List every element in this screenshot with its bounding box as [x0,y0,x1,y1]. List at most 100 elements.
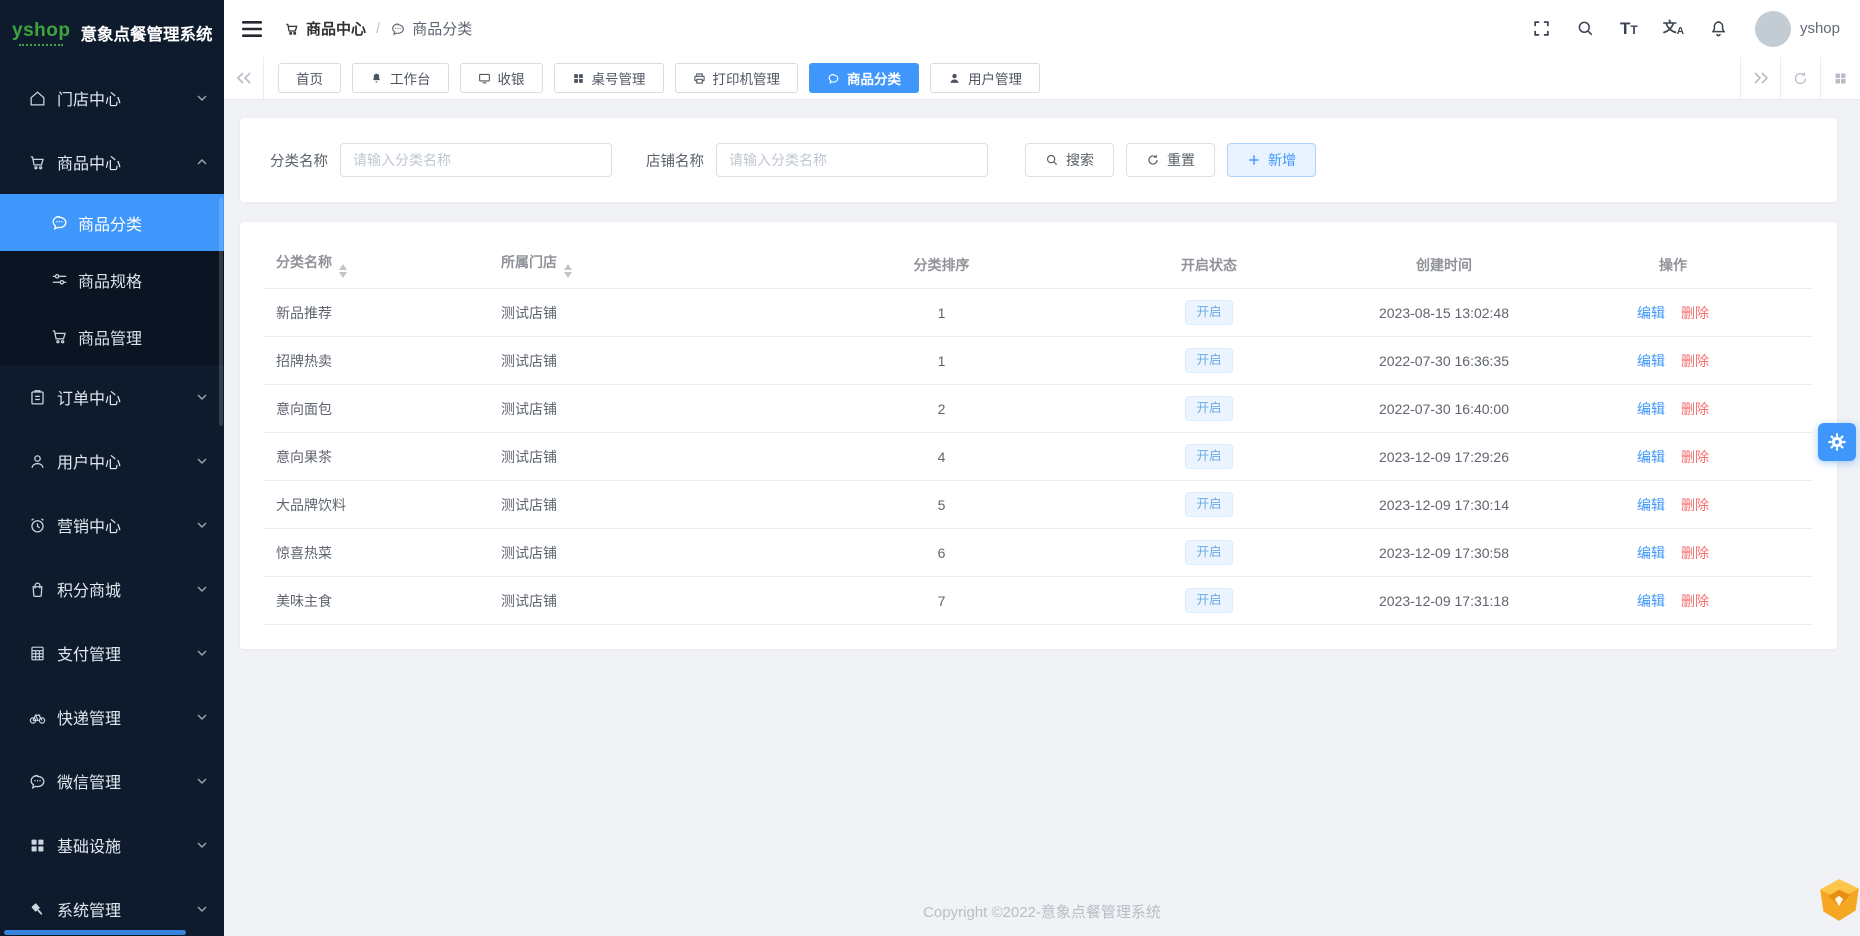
col-header-shop[interactable]: 所属门店 [489,252,819,279]
cell-actions: 编辑 删除 [1534,303,1812,323]
cell-shop: 测试店铺 [501,544,557,561]
delete-link[interactable]: 删除 [1681,545,1709,561]
assistant-widget-icon[interactable] [1814,874,1860,924]
tabs-scroll-left-icon[interactable] [224,57,264,99]
delete-link[interactable]: 删除 [1681,401,1709,417]
sidebar-item-product-center[interactable]: 商品中心 [0,130,224,194]
tab-printer-manage[interactable]: 打印机管理 [674,63,798,93]
sidebar-item-wechat-manage[interactable]: 微信管理 [0,749,224,813]
shop-name-label: 店铺名称 [646,153,704,170]
chevron-down-icon [196,647,208,659]
sidebar-vertical-scrollbar[interactable] [219,198,223,426]
delete-link[interactable]: 删除 [1681,353,1709,369]
cell-sort: 1 [937,352,946,369]
cell-created: 2022-07-30 16:36:35 [1379,352,1509,369]
avatar[interactable] [1754,10,1791,47]
user-icon [948,72,961,85]
tab-workbench[interactable]: 工作台 [352,63,449,93]
chevron-down-icon [196,583,208,595]
cell-name: 招牌热卖 [276,352,332,369]
delete-link[interactable]: 删除 [1681,497,1709,513]
translate-icon[interactable]: 文A [1663,20,1684,37]
sidebar-item-points-mall[interactable]: 积分商城 [0,557,224,621]
edit-link[interactable]: 编辑 [1637,305,1665,321]
tabs-layout-icon[interactable] [1820,57,1860,99]
font-size-icon[interactable]: TT [1620,20,1638,38]
tabs-refresh-icon[interactable] [1780,57,1820,99]
sidebar-item-express-manage[interactable]: 快递管理 [0,685,224,749]
sidebar-item-payment-manage[interactable]: 支付管理 [0,621,224,685]
cart-icon [50,327,69,346]
delete-link[interactable]: 删除 [1681,593,1709,609]
add-button[interactable]: 新增 [1227,143,1316,177]
search-icon[interactable] [1576,19,1595,38]
delete-link[interactable]: 删除 [1681,449,1709,465]
sidebar-item-user-center[interactable]: 用户中心 [0,429,224,493]
category-name-input[interactable] [340,143,612,177]
printer-icon [693,72,706,85]
tabs-scroll-right-icon[interactable] [1740,57,1780,99]
edit-link[interactable]: 编辑 [1637,353,1665,369]
cell-sort: 7 [937,592,946,609]
cart-icon [284,21,300,37]
fullscreen-icon[interactable] [1532,19,1551,38]
hamburger-icon[interactable] [242,20,262,37]
status-badge: 开启 [1185,300,1233,325]
main-content: 分类名称 店铺名称 搜索 重置 新增 分类名称 所属门店 分类排序 [224,100,1860,936]
tab-product-category[interactable]: 商品分类 [809,63,919,93]
bell-icon[interactable] [1709,19,1728,38]
sidebar-item-product-manage[interactable]: 商品管理 [0,308,224,365]
tab-home[interactable]: 首页 [278,63,341,93]
cell-sort: 5 [937,496,946,513]
delete-link[interactable]: 删除 [1681,305,1709,321]
breadcrumb-section[interactable]: 商品中心 [306,18,366,39]
breadcrumb-separator: / [376,20,381,37]
shop-name-input[interactable] [716,143,988,177]
edit-link[interactable]: 编辑 [1637,401,1665,417]
bicycle-icon [28,708,47,727]
chevron-down-icon [196,839,208,851]
search-button[interactable]: 搜索 [1025,143,1114,177]
edit-link[interactable]: 编辑 [1637,545,1665,561]
sidebar-horizontal-scrollbar[interactable] [4,930,186,935]
open-tabs: 首页 工作台 收银 桌号管理 打印机管理 商品分类 用户管理 [264,57,1740,99]
sidebar-item-infrastructure[interactable]: 基础设施 [0,813,224,877]
app-title: 意象点餐管理系统 [80,26,213,44]
cell-actions: 编辑 删除 [1534,543,1812,563]
edit-link[interactable]: 编辑 [1637,497,1665,513]
filter-panel: 分类名称 店铺名称 搜索 重置 新增 [240,118,1837,202]
edit-link[interactable]: 编辑 [1637,593,1665,609]
edit-link[interactable]: 编辑 [1637,449,1665,465]
user-menu[interactable]: yshop [1754,10,1840,47]
app-logo[interactable]: yshop 意象点餐管理系统 [0,0,224,66]
sidebar-item-product-spec[interactable]: 商品规格 [0,251,224,308]
tab-table-manage[interactable]: 桌号管理 [553,63,664,93]
sidebar-item-store-center[interactable]: 门店中心 [0,66,224,130]
sort-icon[interactable] [339,263,347,279]
sidebar-item-order-center[interactable]: 订单中心 [0,365,224,429]
tab-cashier[interactable]: 收银 [459,63,543,93]
col-header-name[interactable]: 分类名称 [264,252,489,279]
cell-shop: 测试店铺 [501,592,557,609]
tab-user-manage[interactable]: 用户管理 [930,63,1040,93]
sort-icon[interactable] [564,263,572,279]
cell-shop: 测试店铺 [501,304,557,321]
reset-button[interactable]: 重置 [1126,143,1215,177]
blocks-icon [28,836,47,855]
tabs-bar: 首页 工作台 收银 桌号管理 打印机管理 商品分类 用户管理 [224,57,1860,100]
settings-gear-button[interactable] [1818,423,1856,461]
top-header: 商品中心 / 商品分类 TT 文A yshop [224,0,1860,57]
user-name: yshop [1799,20,1840,37]
sidebar-item-product-category[interactable]: 商品分类 [0,194,224,251]
status-badge: 开启 [1185,588,1233,613]
chevron-down-icon [196,711,208,723]
chevron-down-icon [196,391,208,403]
status-badge: 开启 [1185,540,1233,565]
sidebar-item-marketing-center[interactable]: 营销中心 [0,493,224,557]
sidebar-item-system-manage[interactable]: 系统管理 [0,877,224,936]
cell-actions: 编辑 删除 [1534,399,1812,419]
calculator-icon [28,644,47,663]
chevron-down-icon [196,455,208,467]
table-header-row: 分类名称 所属门店 分类排序 开启状态 创建时间 操作 [264,242,1813,289]
table-row: 新品推荐 测试店铺 1 开启 2023-08-15 13:02:48 编辑 删除 [264,289,1813,337]
